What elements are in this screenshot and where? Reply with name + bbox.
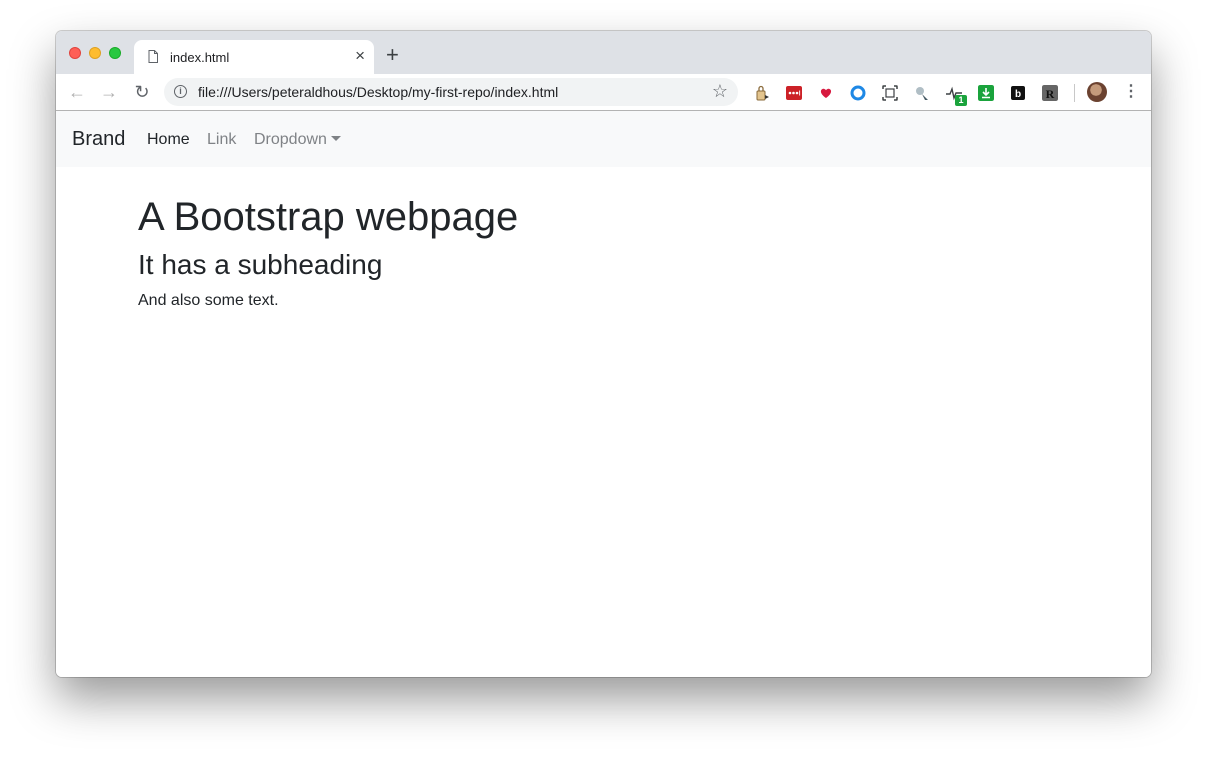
close-window-button[interactable] — [69, 47, 81, 59]
circle-ring-icon[interactable] — [850, 85, 866, 101]
letter-b-icon[interactable]: b — [1010, 85, 1026, 101]
close-tab-icon[interactable]: × — [355, 47, 365, 65]
nav-link-home[interactable]: Home — [147, 131, 190, 149]
chrome-menu-icon[interactable]: ⋮ — [1123, 83, 1139, 101]
back-button[interactable]: ← — [68, 83, 86, 101]
pocket-heart-icon[interactable] — [818, 85, 834, 101]
address-bar[interactable]: i file:///Users/peteraldhous/Desktop/my-… — [164, 78, 738, 106]
page-content: Brand Home Link Dropdown A Bootstrap web… — [56, 111, 1151, 677]
reload-button[interactable]: ↻ — [133, 83, 151, 101]
page-icon — [148, 50, 158, 63]
browser-toolbar: ← → ↻ i file:///Users/peteraldhous/Deskt… — [56, 74, 1151, 111]
page-text: And also some text. — [138, 292, 279, 309]
svg-text:R: R — [1046, 87, 1055, 101]
lastpass-icon[interactable] — [786, 85, 802, 101]
nav-dropdown[interactable]: Dropdown — [254, 131, 341, 149]
caret-down-icon — [330, 136, 341, 141]
tab-index[interactable]: index.html × — [134, 40, 374, 74]
profile-avatar[interactable] — [1087, 82, 1107, 102]
toolbar-separator — [1074, 84, 1075, 102]
page-heading: A Bootstrap webpage — [138, 195, 519, 239]
letter-r-icon[interactable]: R — [1042, 85, 1058, 101]
site-info-icon[interactable]: i — [174, 85, 187, 98]
satellite-icon[interactable] — [914, 85, 930, 101]
page-subheading: It has a subheading — [138, 249, 383, 280]
forward-button[interactable]: → — [100, 83, 118, 101]
bookmark-star-icon[interactable]: ☆ — [712, 81, 728, 101]
tab-strip: index.html × + — [56, 31, 1151, 74]
tab-title: index.html — [170, 50, 230, 65]
new-tab-button[interactable]: + — [386, 44, 399, 66]
bootstrap-navbar: Brand Home Link Dropdown — [56, 111, 1151, 167]
url-text[interactable]: file:///Users/peteraldhous/Desktop/my-fi… — [198, 84, 558, 100]
svg-text:b: b — [1015, 89, 1021, 100]
navbar-brand[interactable]: Brand — [72, 128, 125, 151]
browser-window: index.html × + ← → ↻ i file:///Users/pet… — [56, 31, 1151, 677]
keychain-extension-icon[interactable] — [754, 85, 770, 101]
nav-link-link[interactable]: Link — [207, 131, 236, 149]
nav-dropdown-label: Dropdown — [254, 131, 327, 148]
minimize-window-button[interactable] — [89, 47, 101, 59]
extension-badge: 1 — [955, 95, 967, 106]
screenshot-frame-icon[interactable] — [882, 85, 898, 101]
zoom-window-button[interactable] — [109, 47, 121, 59]
download-icon[interactable] — [978, 85, 994, 101]
